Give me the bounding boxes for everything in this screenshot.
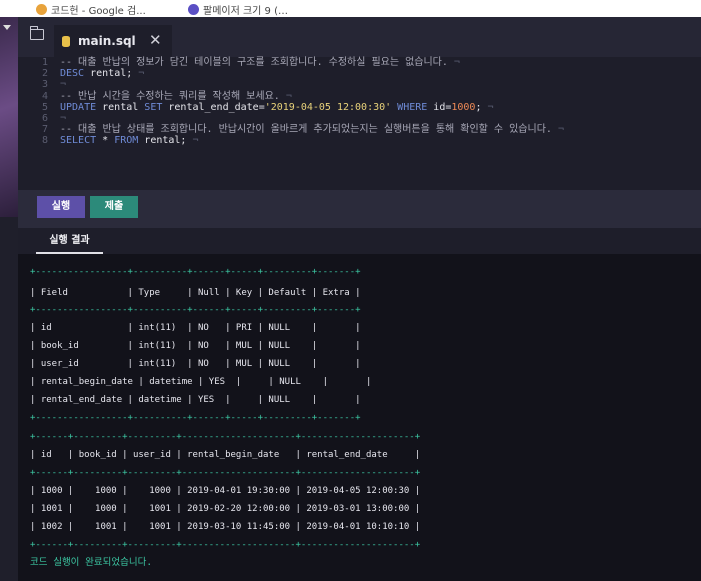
line-content: SELECT * FROM rental; ¬ (60, 135, 199, 146)
code-token: SET (144, 101, 163, 113)
line-content: -- 대출 반납의 정보가 담긴 테이블의 구조를 조회합니다. 수정하실 필요… (60, 57, 460, 68)
code-line[interactable]: 8 SELECT * FROM rental; ¬ (18, 135, 701, 146)
bookmark-label: 팔메이저 크기 9 (… (203, 6, 288, 17)
code-token: rental; (84, 68, 133, 80)
bookmark-label: 코드헌 - Google 검... (51, 6, 146, 17)
line-number: 5 (41, 101, 48, 113)
code-line[interactable]: 4 -- 반납 시간을 수정하는 쿼리를 작성해 보세요. ¬ (18, 91, 701, 102)
table-border-line: +------+---------+---------+------------… (30, 540, 421, 550)
line-number: 2 (41, 68, 48, 80)
line-number: 6 (41, 112, 48, 124)
table-border-line: +------+---------+---------+------------… (30, 468, 421, 478)
line-number: 4 (41, 90, 48, 102)
action-bar: 실행 제출 (18, 190, 701, 228)
code-token: ¬ (132, 68, 145, 80)
line-number: 7 (41, 124, 48, 136)
code-token: rental (96, 101, 145, 113)
run-button[interactable]: 실행 (37, 196, 85, 218)
submit-button[interactable]: 제출 (90, 196, 138, 218)
bookmark-item[interactable]: 코드헌 - Google 검... (36, 2, 146, 17)
table-row: | Field | Type | Null | Key | Default | … (30, 288, 361, 298)
background-image-strip (0, 17, 18, 217)
table-row: | rental_begin_date | datetime | YES | |… (30, 377, 372, 387)
table-row: | 1002 | 1001 | 1001 | 2019-03-10 11:45:… (30, 522, 421, 532)
code-token: FROM (114, 135, 139, 147)
line-number: 8 (41, 135, 48, 147)
code-editor: main.sql ✕ 1 -- 대출 반납의 정보가 담긴 테이블의 구조를 조회… (18, 17, 701, 190)
line-number: 1 (41, 57, 48, 68)
table-row: | 1001 | 1000 | 1001 | 2019-02-20 12:00:… (30, 504, 421, 514)
line-content: ¬ (60, 113, 66, 124)
code-token: id= (427, 101, 452, 113)
code-token: ¬ (60, 79, 67, 91)
table-border-line: +------+---------+---------+------------… (30, 432, 421, 442)
bookmark-icon (36, 4, 47, 15)
table-row: | rental_end_date | datetime | YES | | N… (30, 395, 361, 405)
code-token: ¬ (447, 57, 460, 68)
code-token: '2019-04-05 12:00:30' (264, 101, 392, 113)
code-token: -- 대출 반납 상태를 조회합니다. 반납시간이 올바르게 추가되었는지는 실… (60, 124, 552, 136)
line-content: -- 대출 반납 상태를 조회합니다. 반납시간이 올바르게 추가되었는지는 실… (60, 124, 564, 135)
code-area[interactable]: 1 -- 대출 반납의 정보가 담긴 테이블의 구조를 조회합니다. 수정하실 필… (18, 57, 701, 147)
code-token: ¬ (60, 112, 67, 124)
code-token: rental_end_date= (162, 101, 265, 113)
code-token: UPDATE (60, 101, 97, 113)
code-token: 1000 (451, 101, 476, 113)
caret-down-icon[interactable] (3, 25, 11, 30)
code-token: ¬ (279, 90, 292, 102)
code-token: DESC (60, 68, 85, 80)
code-token: ¬ (551, 124, 564, 136)
success-message: 코드 실행이 완료되었습니다. (30, 557, 153, 568)
code-token: SELECT (60, 135, 97, 147)
database-icon (62, 35, 70, 47)
line-content: DESC rental; ¬ (60, 68, 144, 79)
table-row: | 1000 | 1000 | 1000 | 2019-04-01 19:30:… (30, 486, 421, 496)
code-token: ¬ (186, 135, 199, 147)
line-number: 3 (41, 79, 48, 91)
editor-tab-bar: main.sql ✕ (18, 17, 701, 57)
editor-tab-main-sql[interactable]: main.sql ✕ (54, 25, 172, 57)
code-line[interactable]: 2 DESC rental; ¬ (18, 68, 701, 79)
table-row: | id | book_id | user_id | rental_begin_… (30, 450, 421, 460)
result-tab-bar: 실행 결과 (18, 228, 701, 254)
output-console: 코드 실행이 완료되었습니다. +-----------------+-----… (18, 254, 701, 581)
code-line[interactable]: 7 -- 대출 반납 상태를 조회합니다. 반납시간이 올바르게 추가되었는지는 … (18, 124, 701, 135)
bookmark-icon (188, 4, 199, 15)
table-border-line: +-----------------+----------+------+---… (30, 267, 361, 277)
table-row: | id | int(11) | NO | PRI | NULL | | (30, 323, 361, 333)
line-content: UPDATE rental SET rental_end_date='2019-… (60, 102, 494, 113)
code-line[interactable]: 3 ¬ (18, 79, 701, 90)
table-row: | user_id | int(11) | NO | MUL | NULL | … (30, 359, 361, 369)
code-token: * (96, 135, 115, 147)
code-token: ¬ (481, 101, 494, 113)
code-token: WHERE (391, 101, 428, 113)
bookmark-item[interactable]: 팔메이저 크기 9 (… (188, 2, 288, 17)
editor-tab-label: main.sql (78, 34, 136, 48)
code-token: rental; (138, 135, 187, 147)
table-row: | book_id | int(11) | NO | MUL | NULL | … (30, 341, 361, 351)
code-line[interactable]: 5 UPDATE rental SET rental_end_date='2019… (18, 102, 701, 113)
line-content: -- 반납 시간을 수정하는 쿼리를 작성해 보세요. ¬ (60, 91, 292, 102)
code-line[interactable]: 6 ¬ (18, 113, 701, 124)
code-token: -- 반납 시간을 수정하는 쿼리를 작성해 보세요. (60, 90, 280, 102)
table-border-line: +-----------------+----------+------+---… (30, 305, 361, 315)
folder-icon[interactable] (29, 26, 44, 40)
code-line[interactable]: 1 -- 대출 반납의 정보가 담긴 테이블의 구조를 조회합니다. 수정하실 필… (18, 57, 701, 68)
line-content: ¬ (60, 79, 66, 90)
bookmark-bar: 코드헌 - Google 검... 팔메이저 크기 9 (… (0, 0, 701, 18)
table-border-line: +-----------------+----------+------+---… (30, 413, 361, 423)
code-token: -- 대출 반납의 정보가 담긴 테이블의 구조를 조회합니다. 수정하실 필요… (60, 57, 448, 68)
tab-run-result[interactable]: 실행 결과 (36, 232, 103, 254)
close-icon[interactable]: ✕ (149, 31, 162, 49)
